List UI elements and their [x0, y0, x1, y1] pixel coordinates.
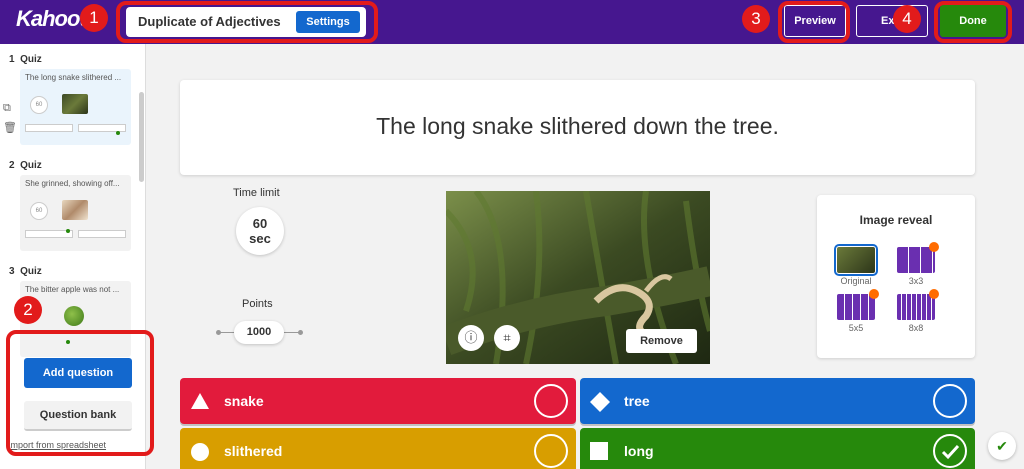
- annotation-box-3: [778, 1, 850, 43]
- correct-toggle[interactable]: [534, 434, 568, 468]
- question-3-label: 3 Quiz: [9, 266, 42, 277]
- diamond-icon: [590, 392, 610, 412]
- annotation-box-2: [6, 330, 154, 456]
- answer-text: slithered: [224, 443, 283, 459]
- correct-toggle[interactable]: [933, 434, 967, 468]
- answer-text: tree: [624, 393, 650, 409]
- sidebar-scrollbar[interactable]: [139, 92, 144, 182]
- reveal-thumb: [834, 244, 878, 276]
- info-icon[interactable]: ⓘ: [458, 325, 484, 351]
- time-limit-value: 60: [252, 216, 268, 231]
- points-track-dot: [216, 330, 221, 335]
- answer-placeholder: [78, 230, 126, 238]
- question-preview-text: The bitter apple was not ...: [25, 285, 120, 294]
- correct-dot: [116, 131, 120, 135]
- question-input[interactable]: The long snake slithered down the tree.: [180, 80, 975, 175]
- answer-1[interactable]: snake: [180, 378, 576, 424]
- circle-icon: [191, 443, 209, 461]
- answer-text: long: [624, 443, 654, 459]
- points-label: Points: [242, 298, 273, 310]
- reveal-option-8x8[interactable]: 8x8: [897, 289, 939, 333]
- question-card-1[interactable]: The long snake slithered ... 60: [20, 69, 131, 145]
- answer-4[interactable]: long: [580, 428, 975, 469]
- time-limit-label: Time limit: [233, 187, 280, 199]
- reveal-option-label: 5x5: [848, 323, 864, 333]
- question-text: The long snake slithered down the tree.: [376, 113, 779, 139]
- correct-toggle[interactable]: [933, 384, 967, 418]
- annotation-number-1: 1: [80, 4, 108, 32]
- annotation-number-2: 2: [14, 296, 42, 324]
- time-badge: 60: [30, 202, 48, 220]
- question-1-label: 1 Quiz: [9, 54, 42, 65]
- question-2-label: 2 Quiz: [9, 160, 42, 171]
- answer-placeholder: [25, 124, 73, 132]
- time-badge: 60: [30, 96, 48, 114]
- question-preview-text: She grinned, showing off...: [25, 179, 120, 188]
- reveal-option-label: 8x8: [908, 323, 924, 333]
- correct-dot: [66, 229, 70, 233]
- reveal-option-3x3[interactable]: 3x3: [897, 242, 939, 286]
- reveal-option-original[interactable]: Original: [834, 244, 878, 286]
- square-icon: [590, 442, 608, 460]
- question-card-2[interactable]: She grinned, showing off... 60: [20, 175, 131, 251]
- points-selector[interactable]: 1000: [234, 321, 284, 344]
- annotation-box-1: [116, 1, 378, 43]
- time-limit-unit: sec: [249, 231, 271, 246]
- triangle-icon: [191, 393, 209, 409]
- duplicate-icon[interactable]: ⧉: [3, 98, 17, 118]
- reveal-option-label: 3x3: [908, 276, 924, 286]
- question-thumbnail: [62, 94, 88, 114]
- reveal-thumb: [837, 289, 879, 320]
- question-thumbnail: [64, 306, 84, 326]
- reveal-thumb: [897, 242, 939, 273]
- question-image[interactable]: ⓘ ⌗ Remove: [446, 191, 710, 364]
- answer-2[interactable]: tree: [580, 378, 975, 424]
- answer-3[interactable]: slithered: [180, 428, 576, 469]
- question-thumbnail: [62, 200, 88, 220]
- annotation-number-3: 3: [742, 5, 770, 33]
- image-reveal-title: Image reveal: [859, 213, 933, 227]
- shield-icon[interactable]: ✔: [988, 432, 1016, 460]
- image-reveal-panel: Image reveal Original 3x3 5x5 8x8: [817, 195, 975, 358]
- annotation-box-4: [934, 1, 1012, 43]
- remove-image-button[interactable]: Remove: [626, 329, 697, 353]
- crop-icon[interactable]: ⌗: [494, 325, 520, 351]
- reveal-thumb: [897, 289, 939, 320]
- time-limit-selector[interactable]: 60 sec: [236, 207, 284, 255]
- reveal-option-5x5[interactable]: 5x5: [837, 289, 879, 333]
- annotation-number-4: 4: [893, 5, 921, 33]
- points-track-dot: [298, 330, 303, 335]
- trash-icon[interactable]: 🗑: [3, 118, 17, 138]
- reveal-option-label: Original: [840, 276, 872, 286]
- premium-crown-icon: [929, 242, 939, 252]
- premium-crown-icon: [929, 289, 939, 299]
- correct-toggle[interactable]: [534, 384, 568, 418]
- answer-text: snake: [224, 393, 264, 409]
- checkmark-icon: [941, 444, 960, 460]
- premium-crown-icon: [869, 289, 879, 299]
- sidebar-tools: ⧉ 🗑: [3, 98, 17, 138]
- question-preview-text: The long snake slithered ...: [25, 73, 122, 82]
